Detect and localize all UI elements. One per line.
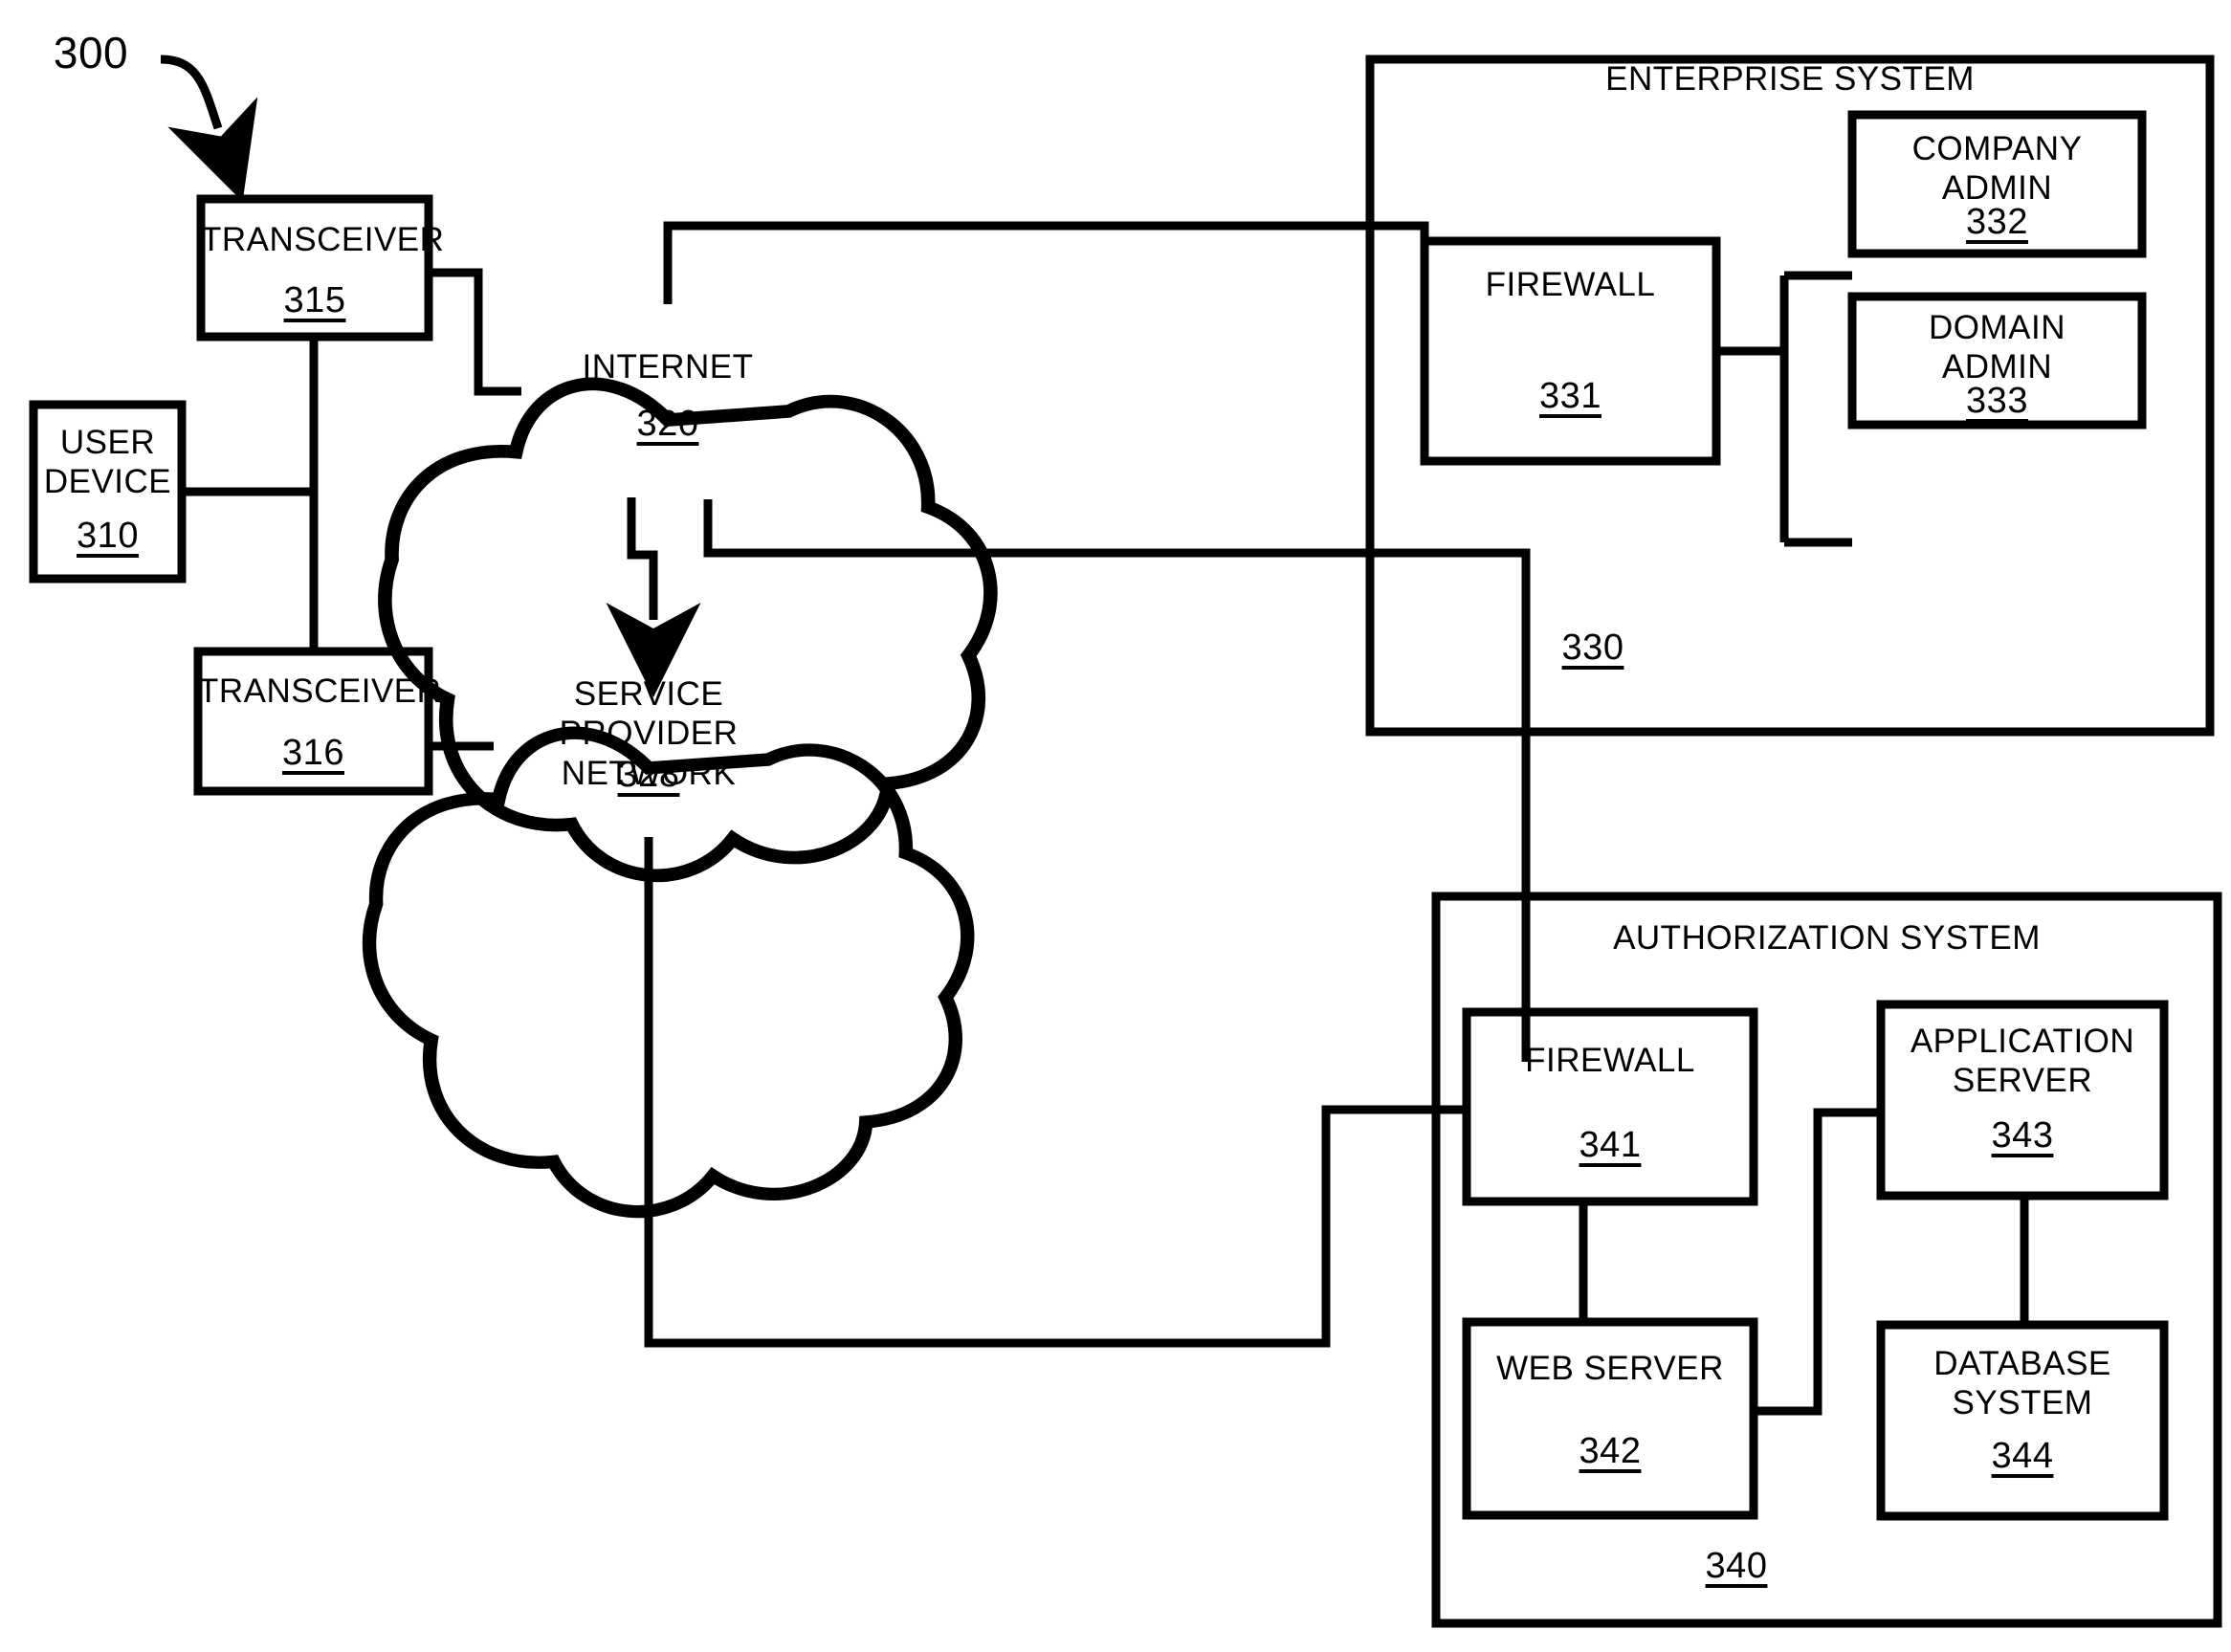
link-internet-to-spn <box>606 497 701 697</box>
enterprise-system-title: ENTERPRISE SYSTEM <box>1605 60 1975 98</box>
user-device-310-title: USER DEVICE <box>43 424 172 501</box>
link-spn-to-auth-firewall <box>644 837 1467 1348</box>
application-server-343-ref: 343 <box>1991 1115 2054 1156</box>
link-internet-to-auth-firewall <box>703 499 1531 1062</box>
link-transceiver-315-to-internet <box>429 268 521 396</box>
database-system-344-ref: 344 <box>1991 1436 2054 1476</box>
application-server-343-title: APPLICATION SERVER <box>1910 1023 2135 1100</box>
link-web-server-to-application-server <box>1754 1108 1881 1416</box>
domain-admin-333-ref: 333 <box>1966 381 2028 421</box>
transceiver-315-ref: 315 <box>283 280 346 320</box>
link-internet-to-enterprise-firewall <box>663 221 1429 351</box>
enterprise-system-ref: 330 <box>1561 628 1624 668</box>
user-device-310-ref: 310 <box>77 516 139 556</box>
firewall-331-ref: 331 <box>1539 376 1601 416</box>
company-admin-332-ref: 332 <box>1966 202 2028 242</box>
figure-leader-line <box>160 55 258 202</box>
figure-number: 300 <box>53 28 129 77</box>
web-server-342-ref: 342 <box>1579 1431 1642 1471</box>
database-system-344-title: DATABASE SYSTEM <box>1933 1345 2111 1422</box>
web-server-342-title: WEB SERVER <box>1496 1350 1724 1387</box>
internet-ref: 320 <box>636 404 699 444</box>
authorization-system-ref: 340 <box>1705 1546 1768 1586</box>
figure-canvas: 300 TRANSCEIVER 315 USER DEVICE 310 TRAN… <box>0 0 2231 1652</box>
transceiver-316-ref: 316 <box>282 733 344 773</box>
internet-title: INTERNET <box>582 348 754 385</box>
firewall-341-title: FIREWALL <box>1525 1042 1695 1079</box>
domain-admin-333-title: DOMAIN ADMIN <box>1929 309 2065 386</box>
firewall-341-ref: 341 <box>1579 1125 1642 1165</box>
firewall-331-title: FIREWALL <box>1485 266 1656 303</box>
authorization-system-title: AUTHORIZATION SYSTEM <box>1613 919 2041 957</box>
company-admin-332-title: COMPANY ADMIN <box>1911 130 2083 208</box>
transceiver-315-title: TRANSCEIVER <box>201 221 445 258</box>
service-provider-network-ref: 328 <box>617 755 680 795</box>
transceiver-316-title: TRANSCEIVER <box>198 672 442 710</box>
